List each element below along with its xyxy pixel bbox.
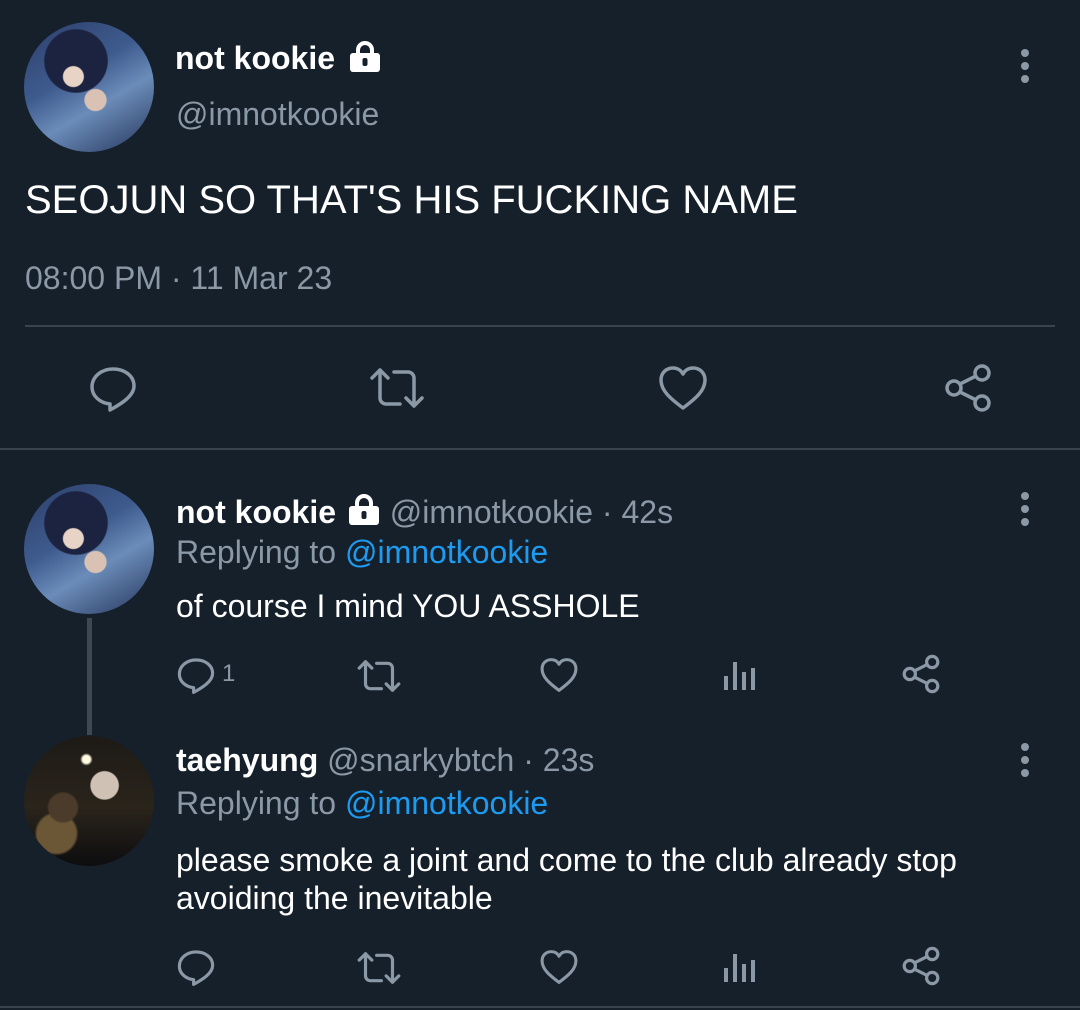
tweet-text: SEOJUN SO THAT'S HIS FUCKING NAME: [25, 178, 798, 222]
section-divider: [0, 448, 1080, 450]
reply-text-line-1: please smoke a joint and come to the clu…: [176, 842, 957, 878]
share-icon[interactable]: [943, 363, 993, 413]
retweet-icon[interactable]: [368, 366, 426, 410]
reply-time: · 23s: [523, 742, 595, 778]
retweet-icon[interactable]: [356, 950, 402, 986]
avatar[interactable]: [24, 22, 154, 152]
replying-to-label: Replying to: [176, 534, 337, 570]
author-handle[interactable]: @imnotkookie: [390, 494, 593, 530]
share-icon[interactable]: [901, 654, 941, 694]
author-name-row: not kookie: [175, 38, 382, 78]
lock-icon: [347, 494, 381, 526]
reply-text-line-2: avoiding the inevitable: [176, 880, 493, 916]
replying-to-link[interactable]: @imnotkookie: [345, 534, 548, 570]
replying-to-line: Replying to @imnotkookie: [176, 532, 548, 572]
more-vertical-icon[interactable]: [1021, 492, 1029, 531]
reply-text: of course I mind YOU ASSHOLE: [176, 588, 640, 624]
replying-to-line: Replying to @imnotkookie: [176, 783, 548, 823]
more-vertical-icon[interactable]: [1021, 49, 1029, 88]
reply-header: taehyung @snarkybtch · 23s: [176, 740, 594, 780]
replying-to-link[interactable]: @imnotkookie: [345, 785, 548, 821]
tweet-timestamp[interactable]: 08:00 PM · 11 Mar 23: [25, 258, 332, 298]
share-icon[interactable]: [901, 946, 941, 986]
divider: [25, 325, 1055, 327]
author-display-name[interactable]: not kookie: [175, 40, 335, 76]
reply-header: not kookie @imnotkookie · 42s: [176, 492, 673, 532]
avatar[interactable]: [24, 736, 154, 866]
author-display-name[interactable]: taehyung: [176, 742, 318, 778]
bottom-divider: [0, 1006, 1080, 1008]
lock-icon: [348, 41, 382, 73]
replying-to-label: Replying to: [176, 785, 337, 821]
avatar[interactable]: [24, 484, 154, 614]
analytics-icon[interactable]: [722, 658, 756, 692]
analytics-icon[interactable]: [722, 950, 756, 984]
heart-icon[interactable]: [657, 364, 709, 412]
reply-count: 1: [222, 660, 236, 687]
reply-icon[interactable]: [176, 948, 216, 986]
reply-icon[interactable]: [88, 364, 138, 412]
retweet-icon[interactable]: [356, 658, 402, 694]
reply-time: · 42s: [601, 494, 674, 530]
reply-icon[interactable]: [176, 656, 216, 694]
more-vertical-icon[interactable]: [1021, 743, 1029, 782]
heart-icon[interactable]: [539, 948, 579, 986]
thread-line: [87, 618, 92, 735]
author-handle[interactable]: @snarkybtch: [327, 742, 514, 778]
author-handle[interactable]: @imnotkookie: [176, 94, 379, 134]
author-display-name[interactable]: not kookie: [176, 494, 336, 530]
heart-icon[interactable]: [539, 656, 579, 694]
